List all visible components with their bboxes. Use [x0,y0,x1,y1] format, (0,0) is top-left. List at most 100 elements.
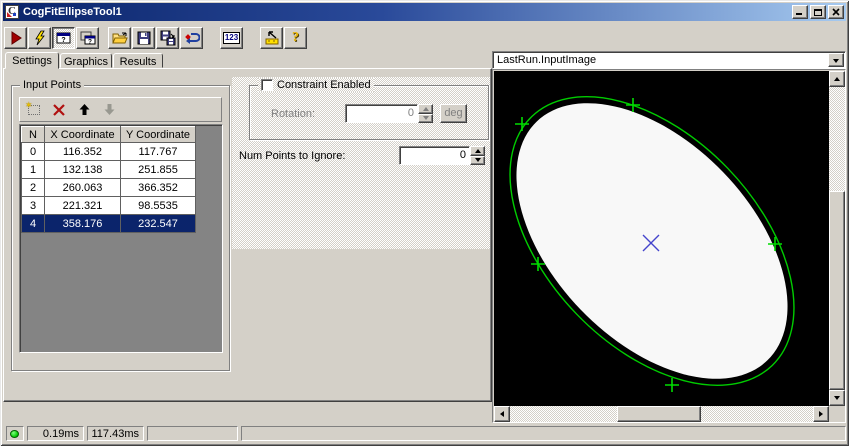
move-point-down-button[interactable] [101,103,117,117]
rotation-label: Rotation: [271,108,316,120]
scroll-up-icon [834,77,840,81]
scroll-left-icon [500,411,504,417]
open-button[interactable] [108,27,131,49]
constraint-legend: Constraint Enabled [258,78,374,92]
delete-point-button[interactable] [51,103,67,117]
status-panel-empty-1 [147,426,238,441]
settings-tab-page: Input Points ✶ N X Coordinate Y Coordina… [3,68,492,402]
num-points-spin-down[interactable] [470,155,485,165]
scroll-left-button[interactable] [494,406,510,422]
reset-arrow-icon [184,33,200,44]
close-icon [832,8,840,16]
123-icon: 123 [222,32,241,44]
move-point-up-button[interactable] [76,103,92,117]
status-panel-empty-2 [241,426,846,441]
spin-up-icon [474,148,481,153]
column-header-y[interactable]: Y Coordinate [120,126,196,143]
image-canvas[interactable] [494,71,829,406]
maximize-button[interactable] [810,5,826,19]
points-table[interactable]: N X Coordinate Y Coordinate 0 116.352 11… [21,126,196,233]
position-tool-button[interactable] [260,27,283,49]
save-button[interactable] [132,27,155,49]
lightning-icon [34,30,45,46]
scroll-down-icon [834,396,840,400]
window-title: CogFitEllipseTool1 [23,6,122,18]
spin-down-icon [422,116,429,121]
scroll-down-button[interactable] [829,390,845,406]
vertical-scrollbar[interactable] [829,71,845,406]
main-toolbar: ? ? 123 ? [4,26,308,50]
arrow-up-icon [79,104,89,115]
points-grid: N X Coordinate Y Coordinate 0 116.352 11… [19,124,223,353]
scroll-right-button[interactable] [813,406,829,422]
status-indicator-panel [6,426,24,441]
arrow-down-icon [104,104,114,115]
status-bar: 0.19ms 117.43ms [3,424,846,443]
minimize-button[interactable] [792,5,808,19]
title-bar[interactable]: C CogFitEllipseTool1 [3,3,846,21]
help-button[interactable]: ? [284,27,307,49]
column-header-n[interactable]: N [21,126,45,143]
scroll-up-button[interactable] [829,71,845,87]
combo-dropdown-button[interactable] [828,53,844,67]
floppy-icon [137,31,150,45]
run-button[interactable] [4,27,27,49]
total-time-panel: 117.43ms [87,426,144,441]
run-tool-button[interactable] [28,27,51,49]
spin-up-icon [422,106,429,111]
image-select-combobox[interactable]: LastRun.InputImage [492,51,846,69]
float-control-button[interactable]: ? [76,27,99,49]
ellipse-overlay-graphic [494,71,829,406]
rotation-spin-down[interactable] [418,113,433,123]
rotation-spin-up[interactable] [418,104,433,114]
save-as-button[interactable] [156,27,179,49]
app-icon: C [5,5,19,19]
tab-graphics[interactable]: Graphics [60,53,112,68]
ruler-arrow-icon [265,31,278,45]
open-folder-icon [111,32,128,44]
close-button[interactable] [828,5,844,19]
scroll-right-icon [819,411,823,417]
column-header-x[interactable]: X Coordinate [44,126,121,143]
table-row[interactable]: 0 116.352 117.767 [21,142,196,161]
horizontal-scrollbar-thumb[interactable] [617,406,701,422]
table-row[interactable]: 1 132.138 251.855 [21,160,196,179]
spin-down-icon [474,158,481,163]
deg-button[interactable]: deg [440,104,467,123]
window-question-icon: ? [56,32,70,44]
tab-results[interactable]: Results [113,53,163,68]
maximize-icon [814,9,822,16]
num-points-to-ignore-field[interactable]: 0 [399,146,470,165]
cascade-window-icon: ? [80,31,95,46]
reset-button[interactable] [180,27,203,49]
rotation-field[interactable]: 0 [345,104,418,123]
input-points-group: Input Points ✶ N X Coordinate Y Coordina… [11,79,230,371]
table-row[interactable]: 3 221.321 98.5535 [21,196,196,215]
svg-text:?: ? [61,37,65,44]
question-icon: ? [292,30,299,45]
chevron-down-icon [833,59,839,63]
vertical-scrollbar-thumb[interactable] [829,191,845,390]
num-points-to-ignore-label: Num Points to Ignore: [239,150,346,162]
constraint-group: Constraint Enabled Rotation: 0 deg [249,78,489,140]
selected-image-name: LastRun.InputImage [497,54,597,66]
numeric-display-button[interactable]: 123 [220,27,243,49]
table-row-selected[interactable]: 4 358.176 232.547 [21,214,196,233]
constraint-enabled-label: Constraint Enabled [277,79,371,91]
scrollbar-corner [829,406,845,422]
constraint-enabled-checkbox[interactable] [261,79,273,91]
num-points-spin-up[interactable] [470,146,485,156]
delete-x-icon [53,103,65,116]
rotation-spinner [418,104,433,123]
svg-text:?: ? [88,39,92,46]
tab-settings[interactable]: Settings [5,52,59,69]
status-led-icon [10,430,19,438]
horizontal-scrollbar[interactable] [494,406,829,422]
table-row[interactable]: 2 260.063 366.352 [21,178,196,197]
add-point-button[interactable]: ✶ [25,100,42,117]
image-display [492,69,846,423]
show-control-button[interactable]: ? [52,27,75,49]
points-toolbar: ✶ [19,97,222,122]
cog-fit-ellipse-tool-window: C CogFitEllipseTool1 ? ? 123 ? Settings … [0,0,849,446]
new-point-icon: ✶ [25,100,40,115]
